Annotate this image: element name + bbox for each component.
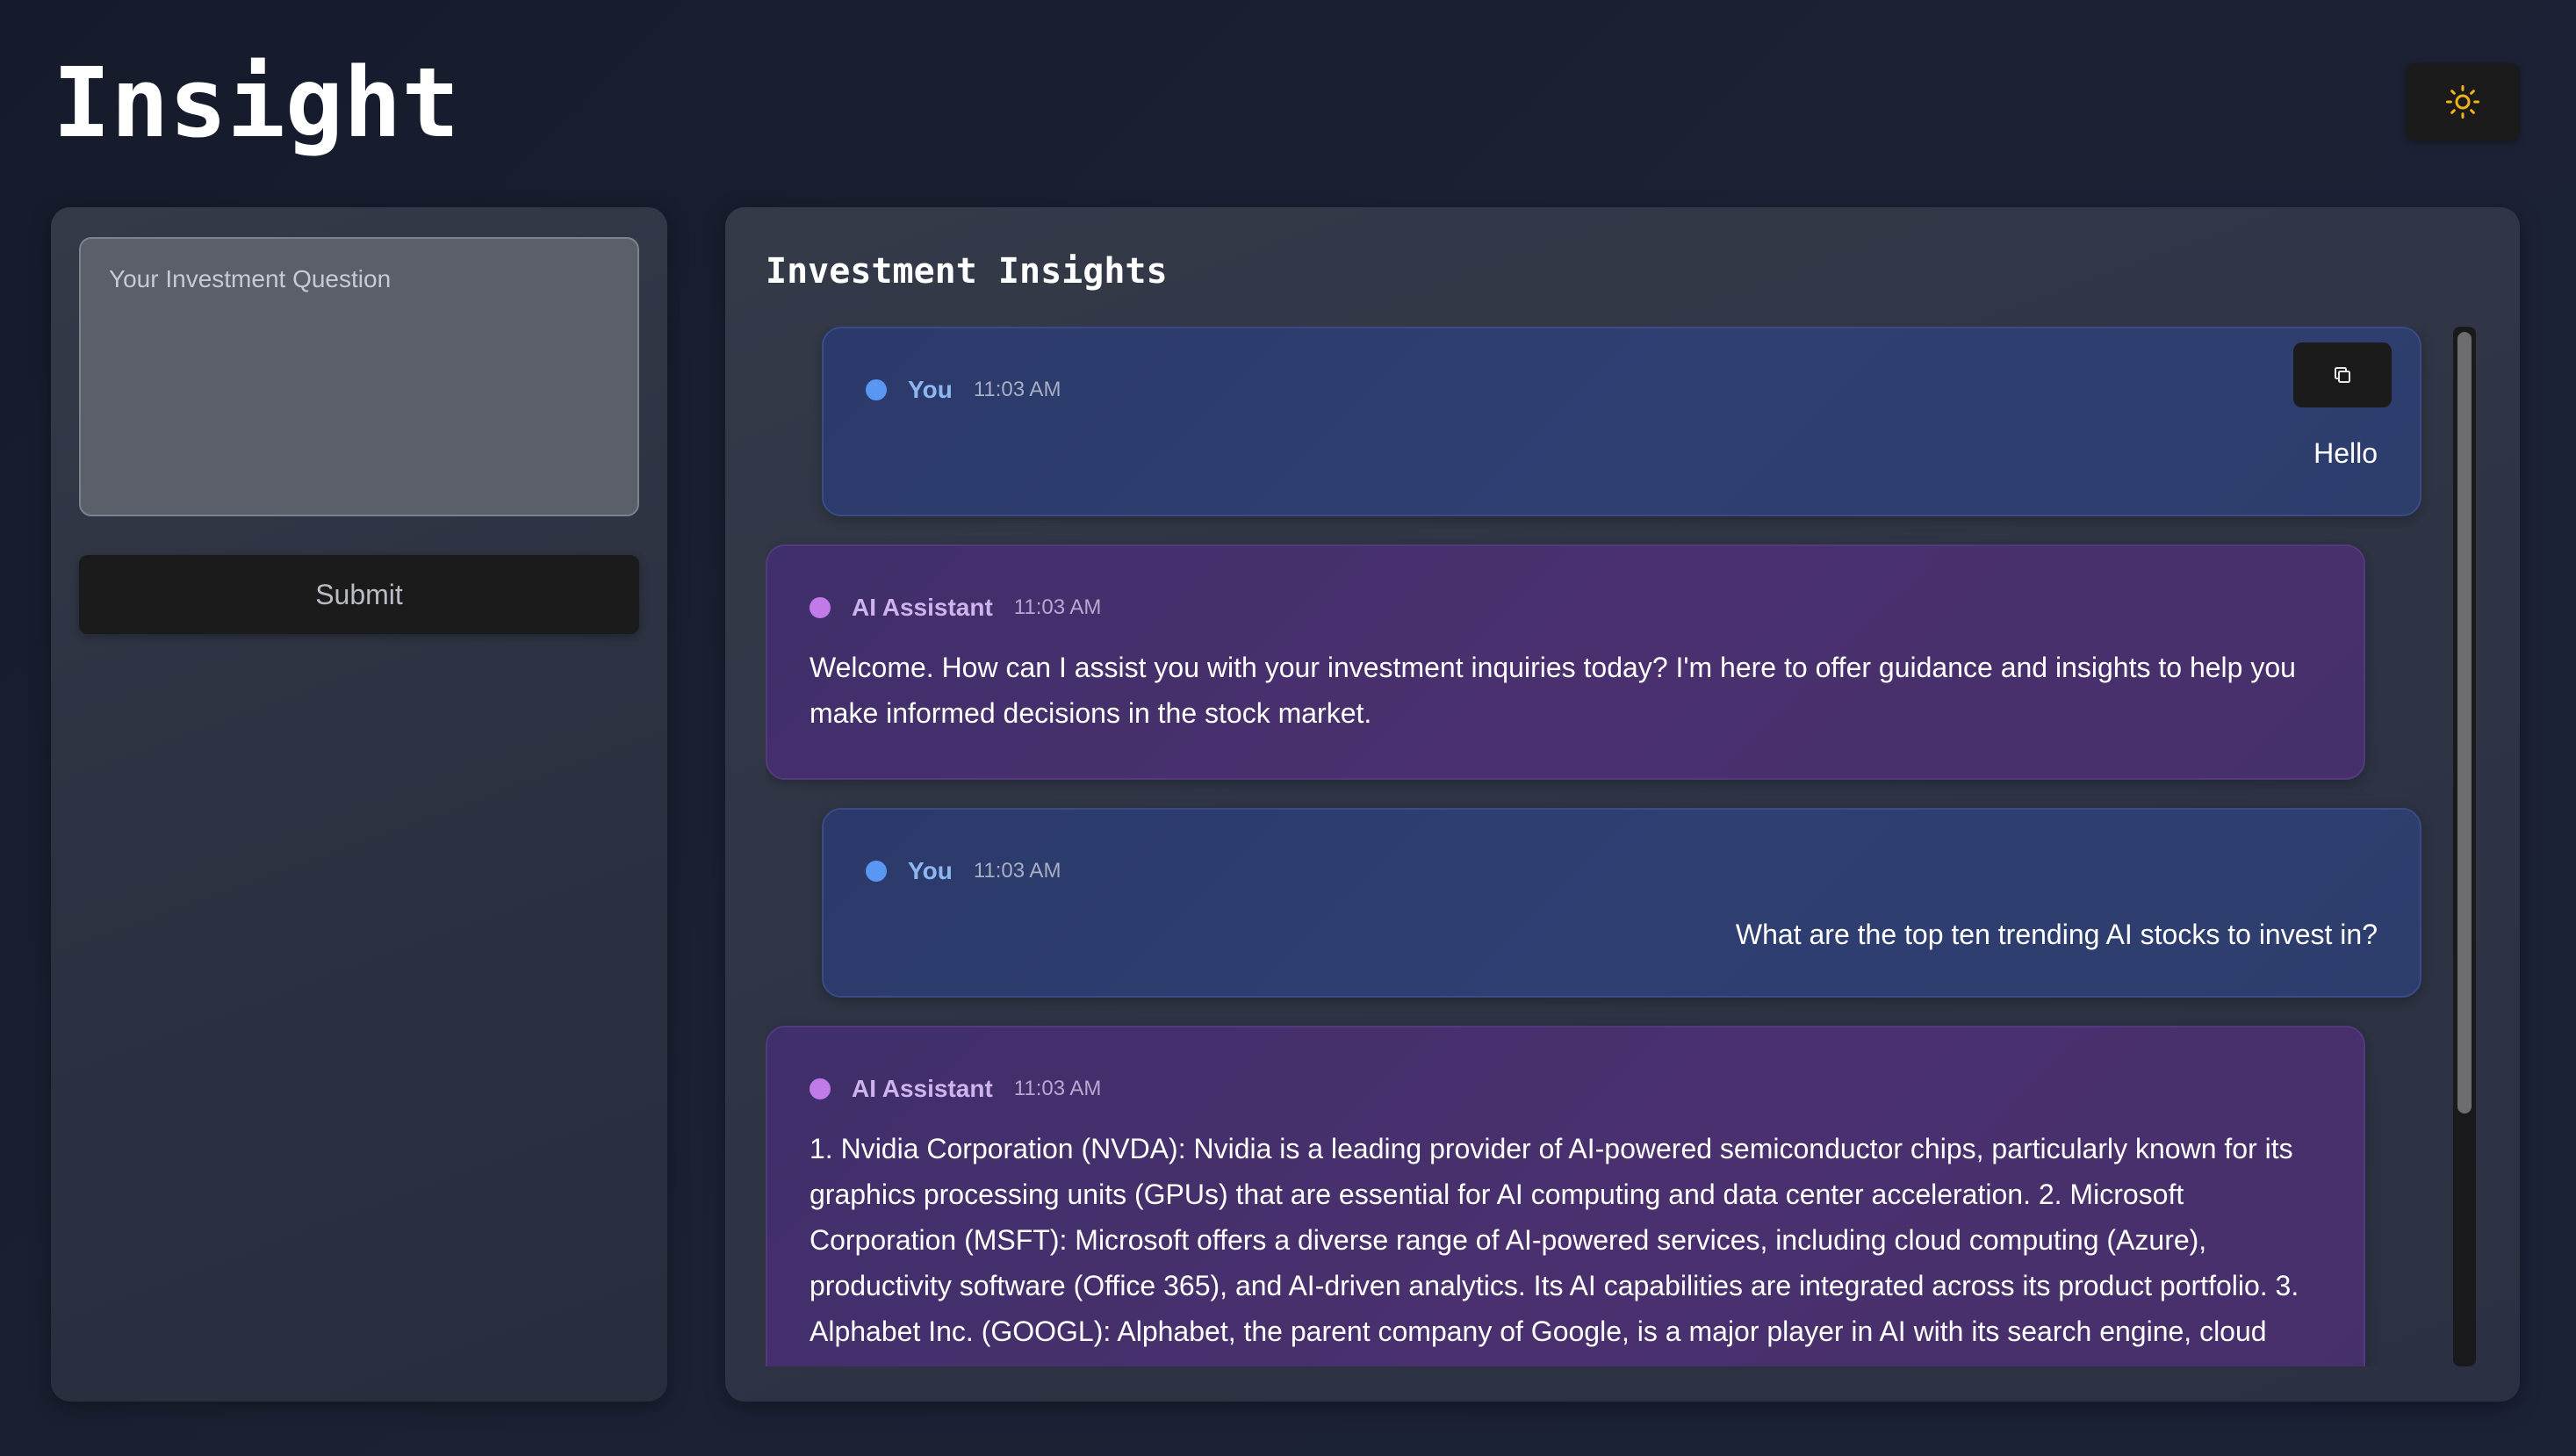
message-ai: AI Assistant 11:03 AM Welcome. How can I…	[766, 544, 2365, 780]
message-header: You 11:03 AM	[866, 371, 2378, 409]
message-time: 11:03 AM	[1013, 595, 1102, 619]
user-dot-icon	[866, 379, 887, 400]
insights-panel: Investment Insights You 11:03 AM Hello A…	[725, 207, 2520, 1402]
message-header: AI Assistant 11:03 AM	[809, 1070, 2321, 1108]
question-panel: Submit	[51, 207, 667, 1402]
submit-button[interactable]: Submit	[79, 555, 639, 634]
message-sender: You	[908, 857, 953, 884]
message-text: Hello	[2313, 437, 2378, 469]
message-user: You 11:03 AM What are the top ten trendi…	[822, 808, 2421, 998]
message-time: 11:03 AM	[973, 378, 1061, 401]
sun-icon	[2446, 85, 2479, 119]
message-ai: AI Assistant 11:03 AM 1. Nvidia Corporat…	[766, 1026, 2365, 1366]
message-list[interactable]: You 11:03 AM Hello AI Assistant 11:03 AM…	[766, 327, 2460, 1366]
investment-question-input[interactable]	[79, 237, 639, 516]
copy-button[interactable]	[2293, 342, 2392, 407]
message-time: 11:03 AM	[973, 859, 1061, 883]
user-dot-icon	[866, 861, 887, 882]
ai-dot-icon	[809, 1078, 831, 1099]
message-user: You 11:03 AM Hello	[822, 327, 2421, 516]
message-scrollbar[interactable]	[2453, 327, 2476, 1366]
theme-toggle-button[interactable]	[2406, 63, 2520, 141]
ai-dot-icon	[809, 597, 831, 618]
message-header: You 11:03 AM	[866, 852, 2378, 890]
scrollbar-thumb[interactable]	[2457, 332, 2472, 1114]
message-text: Welcome. How can I assist you with your …	[809, 652, 2296, 729]
message-sender: AI Assistant	[852, 1075, 993, 1102]
message-text: 1. Nvidia Corporation (NVDA): Nvidia is …	[809, 1133, 2299, 1347]
message-header: AI Assistant 11:03 AM	[809, 588, 2321, 627]
message-sender: AI Assistant	[852, 594, 993, 621]
copy-icon	[2335, 367, 2350, 383]
message-time: 11:03 AM	[1013, 1077, 1102, 1100]
message-sender: You	[908, 376, 953, 403]
insights-title: Investment Insights	[766, 251, 1168, 292]
message-text: What are the top ten trending AI stocks …	[1735, 919, 2378, 950]
app-title: Insight	[53, 47, 460, 159]
